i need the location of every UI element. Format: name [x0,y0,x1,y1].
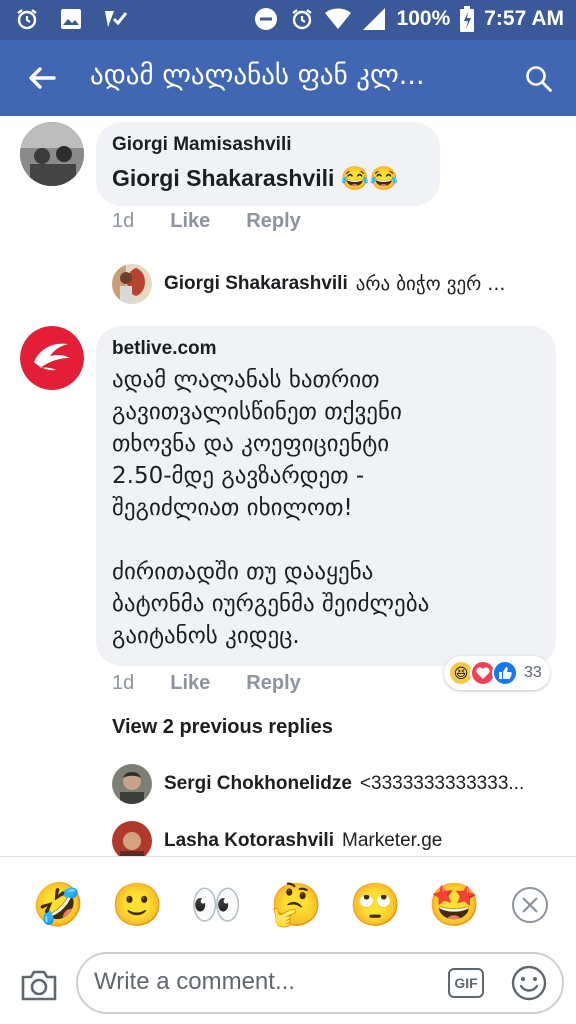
reply-author[interactable]: Giorgi Shakarashvili [164,273,348,295]
comment-author[interactable]: Giorgi Mamisashvili [112,134,424,156]
comment-bubble[interactable]: betlive.com ადამ ლალანას ხათრით გავითვალ… [96,326,556,666]
comment-composer: Write a comment... GIF [0,952,576,1024]
alarm-icon [289,6,315,32]
slight-smile-emoji[interactable]: 🙂 [111,879,163,931]
reply-preview[interactable]: Lasha Kotorashvili Marketer.ge [112,821,552,856]
like-reaction-icon [492,660,518,686]
reply-text: არა ბიჭო ვერ ... [355,273,506,295]
comment-text: Giorgi Shakarashvili 😂😂 [112,165,399,191]
reply-button[interactable]: Reply [246,210,300,233]
reaction-summary[interactable]: 😆 33 [444,656,550,690]
comment-text-line: გაიტანოს კიდეც. [112,623,300,649]
avatar[interactable] [112,264,152,304]
reaction-count: 33 [524,664,542,681]
battery-percent: 100% [396,7,451,30]
comment-age: 1d [112,672,135,694]
comment-input[interactable]: Write a comment... GIF [76,952,564,1014]
avatar[interactable] [112,764,152,804]
comment-text-line: ბატონმა იურგენმა შეიძლება [112,591,430,617]
clock: 7:57 AM [484,7,564,30]
search-button[interactable] [522,62,556,96]
wifi-icon [324,6,351,32]
comment-input-placeholder: Write a comment... [94,968,295,995]
rolling-laugh-emoji[interactable]: 🤣 [32,879,84,931]
smiley-icon [511,965,547,1001]
sticker-button[interactable] [510,964,548,1002]
comment-age: 1d [112,210,135,232]
comment-text-line: შეგიძლიათ იხილოთ! [112,495,353,521]
view-previous-replies-link[interactable]: View 2 previous replies [112,716,333,739]
reply-preview[interactable]: Sergi Chokhonelidze <3333333333333... [112,764,552,804]
reply-text: <3333333333333... [359,773,525,794]
comment-text-line [112,524,540,556]
page-title: ადამ ლალანას ფან კლ... [90,60,425,91]
avatar[interactable] [20,122,84,186]
comment-text-line: თხოვნა და კოეფიციენტი [112,431,390,457]
back-button[interactable] [22,60,62,96]
like-button[interactable]: Like [170,672,210,695]
reply-author[interactable]: Sergi Chokhonelidze [164,773,352,795]
betlive-logo-icon [20,326,84,390]
title-bar: ადამ ლალანას ფან კლ... [0,40,576,116]
reply-button[interactable]: Reply [246,672,300,695]
close-icon [522,897,538,913]
image-icon [58,6,84,32]
comment-text-line: ადამ ლალანას ხათრით [112,367,380,393]
comment-author[interactable]: betlive.com [112,338,540,360]
arrow-left-icon [29,67,56,89]
comment-text-line: ძირითადში თუ დააყენა [112,559,374,585]
gif-button[interactable]: GIF [448,968,484,998]
comment-text-line: გავითვალისწინეთ თქვენი [112,399,402,425]
emoji-suggestion-bar: 🤣 🙂 👀 🤔 🙄 🤩 [0,856,576,952]
comments-list: Giorgi Mamisashvili Giorgi Shakarashvili… [0,116,576,856]
star-struck-emoji[interactable]: 🤩 [428,879,480,931]
eyes-emoji[interactable]: 👀 [190,879,242,931]
camera-button[interactable] [18,964,60,1006]
like-button[interactable]: Like [170,210,210,233]
do-not-disturb-icon [253,6,279,32]
avatar[interactable] [20,326,84,390]
close-emoji-bar-button[interactable] [512,887,548,923]
thinking-emoji[interactable]: 🤔 [270,879,322,931]
checklist-icon [102,6,128,32]
comment-bubble[interactable]: Giorgi Mamisashvili Giorgi Shakarashvili… [96,122,440,206]
search-icon [526,66,552,92]
reply-author[interactable]: Lasha Kotorashvili [164,830,334,852]
comment-text-line: 2.50-მდე გავზარდეთ - [112,463,365,489]
camera-icon [21,970,57,1001]
eye-roll-emoji[interactable]: 🙄 [349,879,401,931]
signal-icon [361,6,387,32]
status-bar: 100% 7:57 AM [0,0,576,40]
battery-icon [460,6,475,32]
reply-text: Marketer.ge [342,830,443,851]
alarm-icon [14,6,40,32]
comment-actions: 1d Like Reply [112,210,337,233]
avatar[interactable] [112,821,152,856]
reply-preview[interactable]: Giorgi Shakarashvili არა ბიჭო ვერ ... [112,264,552,304]
comment-actions: 1d Like Reply [112,672,337,695]
